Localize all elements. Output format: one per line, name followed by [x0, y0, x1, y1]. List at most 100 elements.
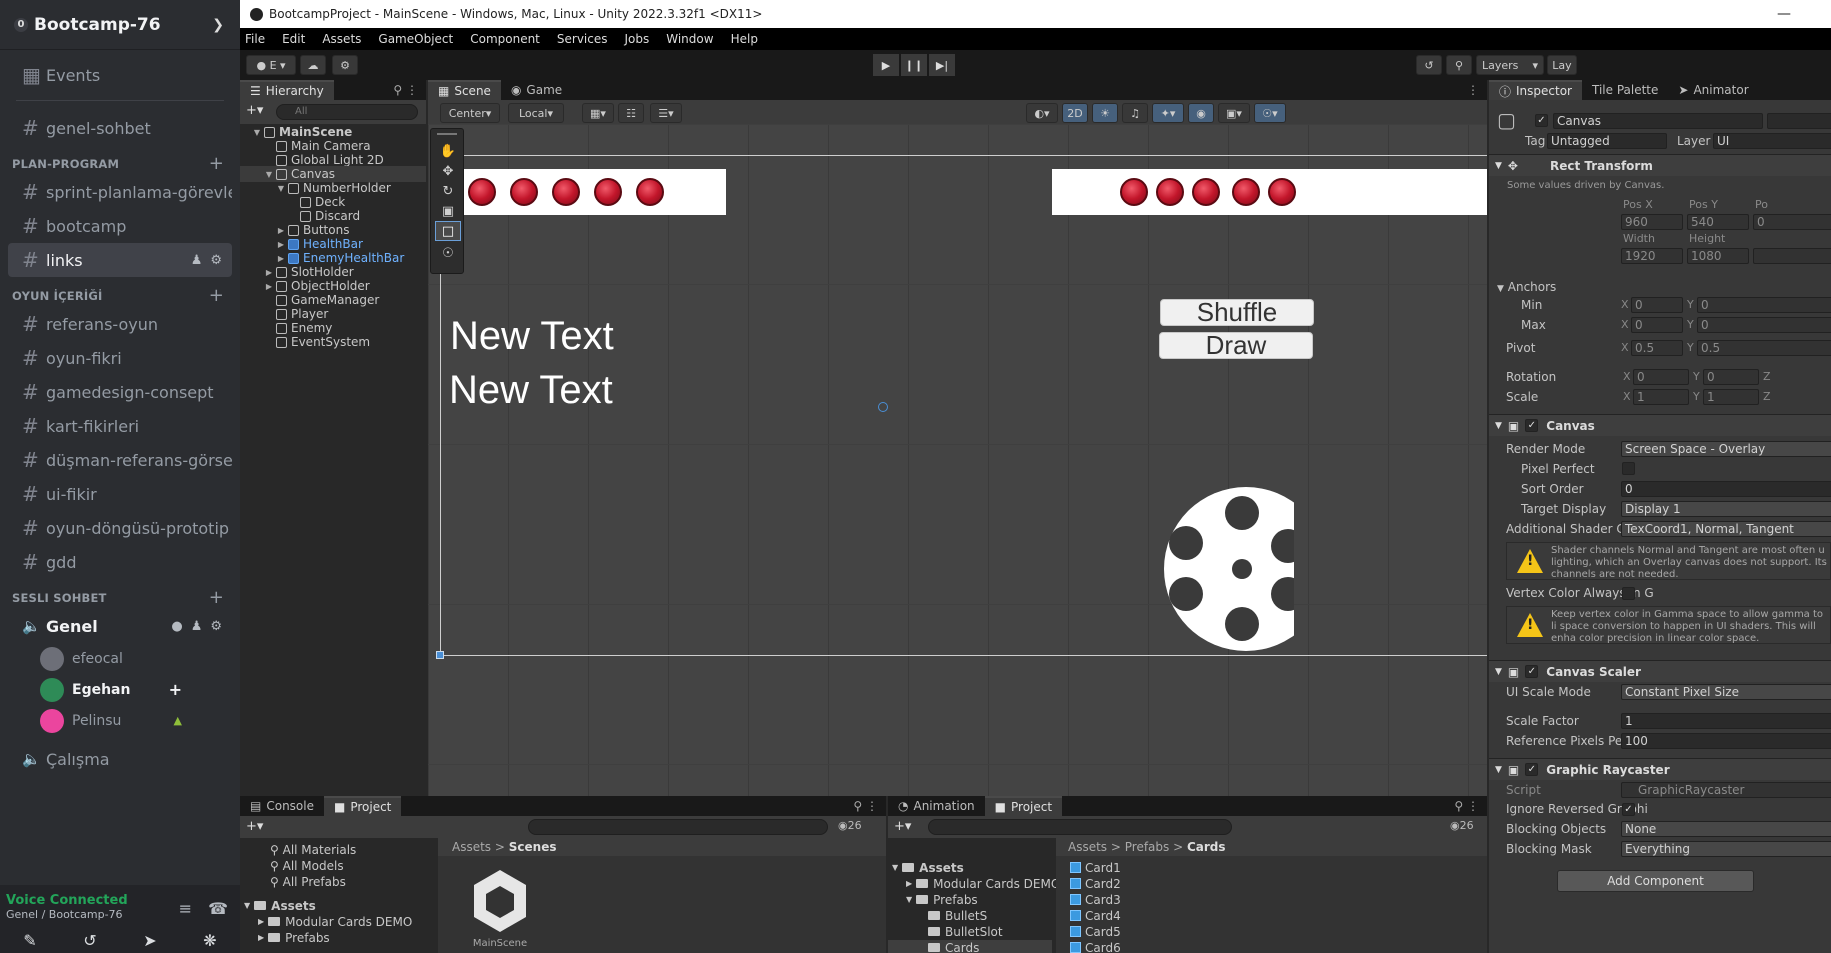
increment-snap-icon[interactable]: ☷ — [618, 103, 644, 123]
invite-icon[interactable]: ♟ — [191, 253, 203, 268]
rotation-y-field[interactable]: 0 — [1703, 369, 1759, 385]
channel-links[interactable]: # links ♟ ⚙ — [8, 243, 232, 277]
lock-icon[interactable]: ⚲ ⋮ — [853, 799, 878, 813]
drag-handle[interactable] — [437, 133, 457, 135]
folder-item[interactable]: BulletSlot — [928, 924, 1003, 939]
soundwave-icon[interactable]: ≡ — [179, 899, 192, 918]
tab-animation[interactable]: ◔ Animation — [888, 796, 985, 816]
anchor-max-y[interactable]: 0 — [1697, 317, 1831, 333]
canvas-scaler-header[interactable]: ▼ ▣ ✓ Canvas Scaler — [1489, 660, 1831, 682]
menu-window[interactable]: Window — [666, 32, 713, 46]
more-icon[interactable]: ⋮ — [1467, 83, 1479, 97]
scale-factor-field[interactable]: 1 — [1621, 713, 1831, 729]
enabled-checkbox[interactable]: ✓ — [1525, 763, 1539, 776]
enemy-health-bar[interactable] — [1052, 169, 1487, 215]
channel-oyun-dongusu[interactable]: # oyun-döngüsü-prototip — [8, 511, 232, 545]
tab-game[interactable]: ◉ Game — [501, 80, 572, 100]
enabled-checkbox[interactable]: ✓ — [1525, 665, 1539, 678]
folder-item[interactable]: ▼ Prefabs — [906, 892, 978, 907]
add-icon[interactable]: + — [169, 680, 182, 699]
tab-project[interactable]: ■ Project — [984, 796, 1063, 816]
collapse-arrow-icon[interactable]: ▼ — [1495, 421, 1502, 431]
assets-folder[interactable]: ▼ Assets — [892, 860, 964, 875]
menu-assets[interactable]: Assets — [322, 32, 361, 46]
voice-user-egehan[interactable]: Egehan + — [0, 674, 240, 705]
rect-transform-header[interactable]: ▼ ✥ Rect Transform — [1489, 154, 1831, 176]
soundboard-icon[interactable]: ❋ — [203, 931, 216, 953]
pos-y-field[interactable]: 540 — [1687, 214, 1749, 230]
expand-arrow-icon[interactable]: ▼ — [906, 895, 912, 904]
height-field[interactable]: 1080 — [1687, 248, 1749, 264]
voice-user-efeocal[interactable]: efeocal — [0, 643, 240, 674]
tag-dropdown[interactable]: Untagged — [1547, 133, 1667, 149]
folder-item[interactable]: ▶ Modular Cards DEMO — [258, 914, 412, 929]
static-toggle[interactable] — [1767, 113, 1831, 129]
pivot-handle[interactable] — [878, 402, 888, 412]
object-name-field[interactable]: Canvas — [1553, 113, 1763, 129]
add-channel-icon[interactable]: + — [209, 155, 224, 173]
cloud-icon[interactable]: ☁ — [300, 55, 326, 75]
eye-icon[interactable]: ◉26 — [838, 819, 862, 832]
hierarchy-search-input[interactable]: All — [276, 104, 418, 120]
history-icon[interactable]: ↺ — [1416, 55, 1442, 75]
rotation-x-field[interactable]: 0 — [1633, 369, 1689, 385]
menu-file[interactable]: File — [245, 32, 265, 46]
expand-arrow-icon[interactable]: ▼ — [244, 901, 250, 910]
search-icon[interactable]: ⚲ — [1446, 55, 1472, 75]
camera-icon[interactable]: ▣▾ — [1218, 103, 1250, 123]
channel-bootcamp[interactable]: # bootcamp — [8, 209, 232, 243]
draw-button[interactable]: Draw — [1159, 330, 1313, 360]
pause-button[interactable]: ❙❙ — [901, 54, 927, 76]
prefab-item[interactable]: Card6 — [1070, 940, 1121, 953]
ignore-reversed-checkbox[interactable]: ✓ — [1622, 803, 1635, 816]
target-display-dropdown[interactable]: Display 1 — [1621, 501, 1831, 517]
category-oyun-icerigi[interactable]: OYUN İÇERİĞİ + — [0, 277, 240, 307]
tab-hierarchy[interactable]: ☰ Hierarchy — [240, 80, 334, 100]
channel-oyun-fikri[interactable]: # oyun-fikri — [8, 341, 232, 375]
depth-field[interactable] — [1753, 248, 1831, 264]
expand-arrow-icon[interactable]: ▶ — [258, 933, 264, 942]
channel-kart-fikirleri[interactable]: # kart-fikirleri — [8, 409, 232, 443]
server-header[interactable]: 0 Bootcamp-76 ❯ — [0, 0, 240, 50]
voice-user-pelinsu[interactable]: Pelinsu ▲ — [0, 705, 240, 736]
ref-pixels-field[interactable]: 100 — [1621, 733, 1831, 749]
activity-rocket-icon[interactable]: ➤ — [143, 931, 156, 953]
pivot-dropdown[interactable]: Center ▾ — [440, 103, 500, 123]
layout-dropdown[interactable]: Lay — [1547, 55, 1577, 75]
minimize-icon[interactable]: — — [1777, 6, 1791, 22]
layer-dropdown[interactable]: UI — [1713, 133, 1831, 149]
tab-inspector[interactable]: ⓘ Inspector — [1489, 80, 1582, 100]
anchor-min-x[interactable]: 0 — [1631, 297, 1683, 313]
disconnect-icon[interactable]: ☎ — [208, 899, 228, 918]
anchor-max-x[interactable]: 0 — [1631, 317, 1683, 333]
tab-animator[interactable]: ➤ Animator — [1668, 80, 1758, 100]
lock-icon[interactable]: ⚲ ⋮ — [393, 83, 418, 97]
category-sesli-sohbet[interactable]: SESLI SOHBET + — [0, 579, 240, 609]
menu-services[interactable]: Services — [557, 32, 608, 46]
folder-item[interactable]: ▶ Modular Cards DEMO — [906, 876, 1060, 891]
expand-arrow-icon[interactable]: ▶ — [258, 917, 264, 926]
expand-arrow-icon[interactable]: ▼ — [264, 170, 274, 179]
prefab-item[interactable]: Card5 — [1070, 924, 1121, 939]
lock-icon[interactable]: ⚲ ⋮ — [1454, 799, 1479, 813]
add-icon[interactable]: +▾ — [894, 819, 911, 834]
active-checkbox[interactable]: ✓ — [1535, 114, 1548, 127]
menu-gameobject[interactable]: GameObject — [378, 32, 453, 46]
shuffle-button[interactable]: Shuffle — [1160, 297, 1314, 327]
project-search-input[interactable] — [928, 819, 1232, 835]
collapse-arrow-icon[interactable]: ▼ — [1495, 161, 1502, 171]
voice-channel-calisma[interactable]: 🔈 Çalışma — [8, 742, 232, 776]
canvas-header[interactable]: ▼ ▣ ✓ Canvas — [1489, 414, 1831, 436]
collapse-arrow-icon[interactable]: ▼ — [1495, 765, 1502, 775]
eye-icon[interactable]: ◉26 — [1450, 819, 1474, 832]
scene-viewport[interactable]: New Text New Text Shuffle Draw ✋ ✥ ↻ ▣ □… — [428, 124, 1487, 796]
align-icon[interactable]: ☰▾ — [650, 103, 682, 123]
play-button[interactable]: ▶ — [873, 54, 899, 76]
expand-arrow-icon[interactable]: ▶ — [276, 226, 286, 235]
grid-snap-icon[interactable]: ▦▾ — [582, 103, 614, 123]
tab-console[interactable]: ▤ Console — [240, 796, 324, 816]
move-tool-icon[interactable]: ✥ — [435, 161, 461, 181]
shader-channels-dropdown[interactable]: TexCoord1, Normal, Tangent — [1621, 521, 1831, 537]
expand-arrow-icon[interactable]: ▶ — [264, 282, 274, 291]
account-dropdown[interactable]: ● E ▾ — [246, 55, 296, 75]
